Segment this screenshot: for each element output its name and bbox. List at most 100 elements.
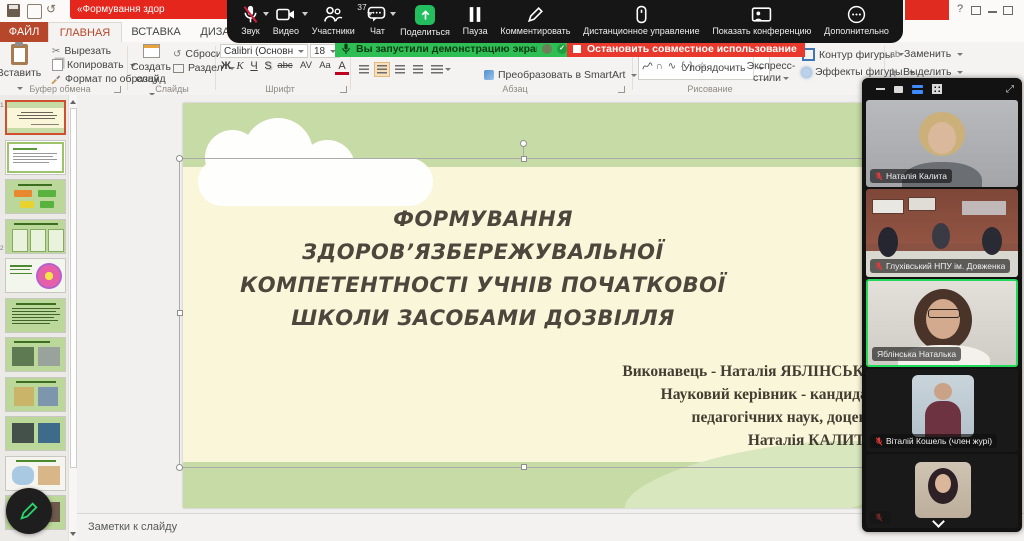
format-painter-icon (51, 74, 61, 84)
align-center-button[interactable] (374, 62, 390, 77)
video-tile-1[interactable]: Наталія Калита (866, 100, 1018, 187)
save-icon[interactable] (7, 4, 20, 17)
paste-icon (10, 42, 28, 65)
audio-button[interactable]: Звук (241, 0, 269, 43)
scissors-icon: ✂ (52, 45, 61, 57)
text-shadow-button[interactable]: S (261, 60, 275, 72)
pencil-icon (20, 502, 38, 520)
meeting-toolbar: Звук Видео 37 Участники Чат Поделиться П… (227, 0, 903, 43)
stop-share-button[interactable]: Остановить совместное использование (567, 41, 805, 57)
strikethrough-button[interactable]: abc (275, 60, 295, 71)
ribbon-options-icon[interactable] (971, 6, 981, 15)
speaker-view-icon[interactable] (894, 85, 903, 93)
video-button[interactable]: Видео (273, 0, 309, 43)
slide-credits-text[interactable]: Виконавець - Наталія ЯБЛІНСЬКА Науковий … (400, 360, 875, 452)
chat-icon (368, 6, 386, 22)
video-options-chevron[interactable] (302, 12, 309, 16)
slide-title-text[interactable]: ФОРМУВАННЯ ЗДОРОВ’ЯЗБЕРЕЖУВАЛЬНОЇ КОМПЕТ… (193, 203, 773, 335)
change-case-button[interactable]: Aa (317, 60, 333, 71)
underline-button[interactable]: Ч (247, 60, 261, 72)
quick-styles-button[interactable]: Экспресс- стили (745, 60, 797, 84)
gallery-view-icon[interactable] (932, 84, 942, 94)
tab-file[interactable]: ФАЙЛ (0, 22, 48, 42)
slide-thumbnail-1[interactable] (5, 100, 66, 135)
chat-button[interactable]: Чат (367, 0, 397, 43)
bold-button[interactable]: Ж (219, 60, 233, 72)
slide-thumbnail-5[interactable] (5, 258, 66, 293)
participants-count: 37 (357, 2, 367, 12)
justify-button[interactable] (410, 62, 426, 77)
minimize-panel-icon[interactable] (876, 88, 885, 90)
participants-button[interactable]: 37 Участники (312, 0, 373, 43)
slide-thumbnail-10[interactable] (5, 456, 66, 491)
shared-window-badge: «Формування здор (70, 0, 235, 19)
more-button[interactable]: Дополнительно (824, 0, 889, 43)
slide-thumbnail-7[interactable] (5, 337, 66, 372)
expand-panel-icon[interactable]: ⤢ (1006, 84, 1014, 95)
font-family-select[interactable]: Calibri (Основн (220, 44, 308, 58)
show-meeting-button[interactable]: Показать конференцию (712, 0, 811, 43)
audio-options-chevron[interactable] (263, 12, 269, 16)
slide-thumbnail-4[interactable] (5, 219, 66, 254)
cut-button[interactable]: ✂ Вырезать (52, 45, 111, 57)
chat-options-chevron[interactable] (390, 12, 397, 16)
muted-mic-icon (875, 513, 883, 522)
screen: ↺ «Формування здор ? Вход ФАЙЛ ГЛАВНАЯ В… (0, 0, 1024, 541)
arrange-button[interactable]: Упорядочить (683, 62, 745, 74)
participant-name-tag: Яблінська Наталька (872, 347, 962, 361)
more-participants-chevron[interactable] (933, 516, 943, 526)
clipboard-dialog-launcher[interactable] (114, 86, 121, 93)
pause-share-button[interactable]: Пауза (463, 0, 488, 43)
undo-icon[interactable]: ↺ (46, 2, 56, 16)
copy-button[interactable]: Копировать (52, 59, 136, 71)
slideshow-icon[interactable] (27, 4, 42, 19)
align-left-button[interactable] (356, 62, 372, 77)
video-tile-4[interactable]: Віталій Кошель (член журі) (866, 369, 1018, 452)
share-screen-button[interactable]: Поделиться (400, 0, 450, 43)
slide-canvas[interactable]: ФОРМУВАННЯ ЗДОРОВ’ЯЗБЕРЕЖУВАЛЬНОЇ КОМПЕТ… (183, 103, 903, 508)
slide-thumbnails-panel: 1 2 (0, 95, 78, 541)
restore-icon[interactable] (1003, 6, 1013, 15)
italic-button[interactable]: К (233, 60, 247, 72)
red-indicator (905, 0, 949, 20)
tab-insert[interactable]: ВСТАВКА (122, 22, 190, 42)
slide-thumbnail-6[interactable] (5, 298, 66, 333)
video-tile-3[interactable]: Яблінська Наталька (866, 279, 1018, 367)
scroll-down-arrow[interactable] (70, 532, 76, 536)
mic-muted-icon (243, 5, 258, 23)
minimize-icon[interactable] (988, 11, 997, 13)
scrollbar-thumb[interactable] (70, 108, 77, 468)
font-color-button[interactable]: А (335, 60, 349, 75)
replace-button[interactable]: ab Заменить (890, 48, 964, 60)
slide-thumbnail-2[interactable] (5, 140, 66, 175)
scroll-up-arrow[interactable] (70, 100, 76, 104)
remote-control-button[interactable]: Дистанционное управление (583, 0, 700, 43)
avatar (915, 462, 971, 518)
annotate-button[interactable]: Комментировать (500, 0, 570, 43)
remote-control-icon (636, 5, 647, 24)
avatar (912, 375, 974, 437)
glasses (928, 309, 960, 318)
slide-number: 1 (0, 102, 4, 109)
muted-mic-icon (875, 261, 883, 271)
video-panel-header: ⤢ (862, 78, 1022, 100)
slide-thumbnail-8[interactable] (5, 377, 66, 412)
video-tile-2[interactable]: Глухівський НПУ ім. Довженка (866, 189, 1018, 277)
columns-button[interactable] (430, 62, 452, 77)
align-right-button[interactable] (392, 62, 408, 77)
strip-view-icon[interactable] (912, 84, 923, 94)
annotation-pencil-button[interactable] (6, 488, 52, 534)
smartart-button[interactable]: Преобразовать в SmartArt (484, 69, 638, 81)
select-button[interactable]: Выделить (890, 66, 964, 78)
paragraph-dialog-launcher[interactable] (618, 86, 625, 93)
font-dialog-launcher[interactable] (340, 86, 347, 93)
help-button[interactable]: ? (953, 3, 967, 15)
tab-home[interactable]: ГЛАВНАЯ (48, 22, 122, 42)
slide-thumbnail-3[interactable] (5, 179, 66, 214)
stop-icon (573, 45, 581, 53)
smartart-icon (484, 70, 494, 80)
participant-name-tag (870, 511, 891, 524)
slide-thumbnail-9[interactable] (5, 416, 66, 451)
char-spacing-button[interactable]: AV (297, 60, 315, 71)
shape-effects-icon (802, 67, 811, 77)
